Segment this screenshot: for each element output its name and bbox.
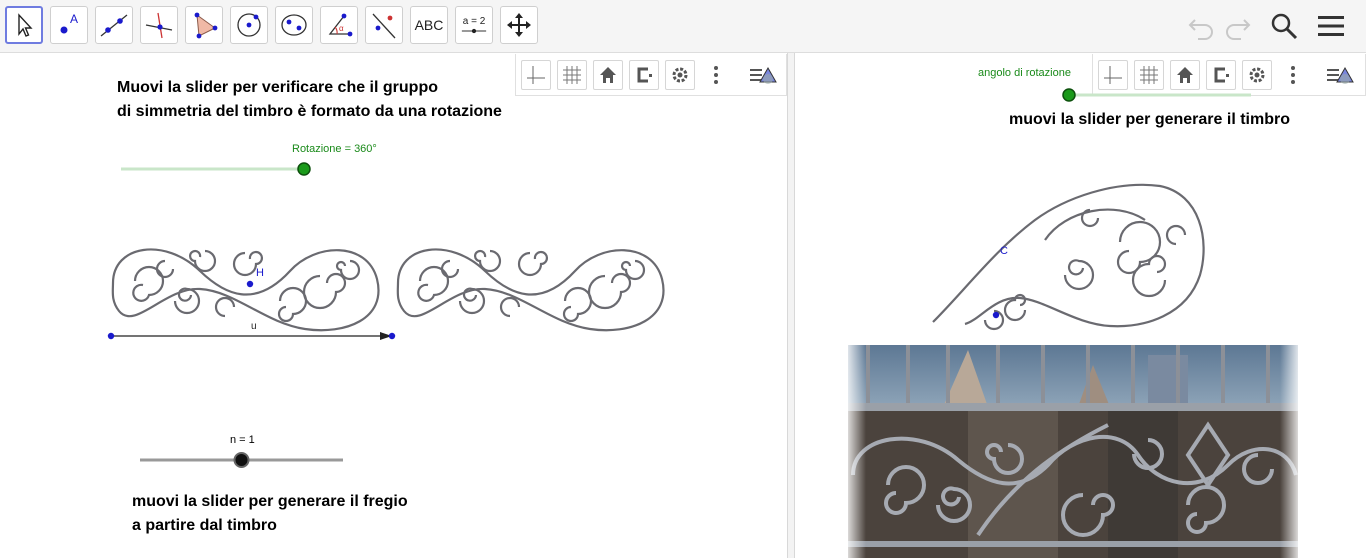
move-arrows-icon [507, 13, 531, 37]
circle-icon [237, 13, 261, 37]
point-C-label: C [1000, 245, 1008, 257]
angle-tool-glyph: α [339, 24, 344, 33]
home-icon [1177, 67, 1193, 83]
point-capture-icon [1214, 67, 1229, 83]
more-icon [1291, 66, 1295, 84]
vector-start-point[interactable] [107, 332, 115, 340]
slider-tool-label: a = 2 [462, 15, 486, 27]
reflect-tool-button[interactable] [365, 6, 403, 44]
angle-icon: α [328, 13, 353, 37]
grid-icon [1140, 66, 1158, 84]
bottom-instruction-line-2: a partire dal timbro [132, 517, 277, 534]
grid-icon [563, 66, 581, 84]
move-tool-button[interactable] [5, 6, 43, 44]
main-menu-button[interactable] [1315, 10, 1347, 42]
ellipse-tool-button[interactable] [275, 6, 313, 44]
triangle-icon [194, 12, 218, 39]
undo-icon [1188, 19, 1213, 40]
search-icon [1271, 13, 1298, 40]
settings-icon [1249, 67, 1265, 83]
point-C[interactable] [992, 311, 1000, 319]
line-tool-button[interactable] [95, 6, 133, 44]
move-graphics-tool-button[interactable] [500, 6, 538, 44]
style-bar-icon [750, 66, 777, 84]
angle-tool-button[interactable]: α [320, 6, 358, 44]
point-H-label: H [256, 267, 264, 279]
angle-slider-label: angolo di rotazione [978, 67, 1071, 79]
rotation-slider-knob[interactable] [297, 162, 311, 176]
point-icon: A [60, 12, 78, 34]
menu-icon [1318, 16, 1344, 36]
angle-slider-knob[interactable] [1062, 88, 1076, 102]
n-slider-label: n = 1 [230, 434, 255, 446]
home-icon [600, 67, 616, 83]
rotation-slider[interactable] [115, 158, 320, 180]
perpendicular-line-tool-button[interactable] [140, 6, 178, 44]
axes-icon [527, 66, 545, 84]
polygon-tool-button[interactable] [185, 6, 223, 44]
perpendicular-icon [145, 12, 173, 39]
more-options-button[interactable] [701, 60, 731, 90]
circle-tool-button[interactable] [230, 6, 268, 44]
axes-toggle-button[interactable] [521, 60, 551, 90]
point-capture-icon [637, 67, 652, 83]
redo-icon [1226, 19, 1251, 40]
point-tool-glyph: A [70, 12, 78, 26]
point-tool-button[interactable]: A [50, 6, 88, 44]
style-bar-icon [1327, 66, 1354, 84]
arrow-cursor-icon [18, 13, 33, 37]
rotation-slider-label: Rotazione = 360° [292, 143, 377, 155]
slider-icon [461, 28, 487, 33]
style-bar-toggle[interactable] [1325, 60, 1355, 90]
graphics-1-toolbar [515, 54, 787, 96]
point-capture-button[interactable] [629, 60, 659, 90]
n-slider-knob[interactable] [233, 452, 250, 468]
main-toolbar: A α ABC a = 2 [0, 0, 1366, 53]
graphics-view-1[interactable]: Muovi la slider per verificare che il gr… [0, 53, 787, 558]
redo-button[interactable] [1222, 10, 1254, 42]
instruction-line-2: di simmetria del timbro è formato da una… [117, 103, 502, 120]
panel-divider[interactable] [787, 53, 795, 558]
angle-slider[interactable] [1057, 84, 1257, 106]
text-tool-button[interactable]: ABC [410, 6, 448, 44]
settings-icon [672, 67, 688, 83]
undo-button[interactable] [1185, 10, 1217, 42]
vector-end-point[interactable] [388, 332, 396, 340]
right-instruction: muovi la slider per generare il timbro [1009, 111, 1290, 128]
slider-tool-button[interactable]: a = 2 [455, 6, 493, 44]
n-slider[interactable] [135, 449, 350, 471]
instruction-line-1: Muovi la slider per verificare che il gr… [117, 79, 438, 96]
home-button[interactable] [593, 60, 623, 90]
bottom-instruction-line-1: muovi la slider per generare il fregio [132, 493, 408, 510]
settings-button[interactable] [665, 60, 695, 90]
stamp-drawing [932, 183, 1205, 331]
search-button[interactable] [1268, 10, 1300, 42]
text-tool-label: ABC [414, 17, 444, 33]
point-H[interactable] [246, 280, 254, 288]
vector-u-label: u [251, 321, 257, 332]
reflect-line-icon [372, 13, 396, 39]
style-bar-toggle[interactable] [748, 60, 778, 90]
ironwork-photo [848, 345, 1298, 558]
more-icon [714, 66, 718, 84]
line-icon [100, 14, 128, 37]
axes-icon [1104, 66, 1122, 84]
grid-toggle-button[interactable] [557, 60, 587, 90]
ellipse-icon [281, 14, 307, 36]
more-options-button[interactable] [1278, 60, 1308, 90]
